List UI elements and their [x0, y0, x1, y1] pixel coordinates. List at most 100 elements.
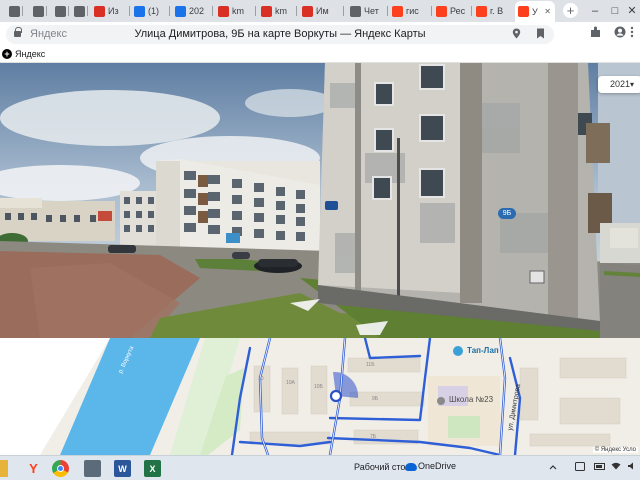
building-label: 10 [258, 376, 264, 382]
building-label: 7Б [370, 434, 377, 440]
g-icon [175, 5, 186, 17]
minimize-button[interactable]: – [584, 0, 606, 22]
word-icon[interactable]: W [114, 460, 131, 477]
new-tab-button[interactable]: + [563, 3, 578, 18]
browser-tab[interactable]: Им [299, 2, 341, 20]
close-window-button[interactable]: ✕ [621, 0, 640, 22]
building-label: 11Б [366, 362, 375, 368]
tab-label: km [232, 6, 244, 16]
street-sign [325, 201, 338, 210]
street-panorama[interactable]: 9Б 2021 ▾ [0, 63, 640, 338]
tab-separator [169, 6, 170, 16]
panorama-year-value: 2021 [610, 79, 631, 89]
tab-separator [46, 6, 47, 16]
tap-lap-poi-icon[interactable] [453, 346, 463, 356]
volume-icon[interactable] [627, 462, 637, 472]
browser-tab[interactable] [71, 2, 85, 20]
tab-label: Из [108, 6, 119, 16]
rbc-icon [218, 5, 229, 17]
tab-separator [431, 6, 432, 16]
browser-tab[interactable]: 202 [172, 2, 210, 20]
close-tab-icon[interactable]: ✕ [544, 7, 551, 16]
browser-tab[interactable]: km [215, 2, 253, 20]
school-poi-icon[interactable] [437, 397, 445, 405]
browser-tab-strip: Из (1) 202 km km Им Чет гис Рес г. В У ✕ + – □ ✕ [0, 0, 640, 22]
panorama-year-select[interactable]: 2021 ▾ [598, 76, 640, 93]
browser-tab[interactable] [6, 2, 20, 20]
tab-label: гис [406, 6, 419, 16]
rbc-icon [94, 5, 105, 17]
current-position-icon[interactable] [329, 389, 343, 403]
page-icon [350, 5, 361, 17]
poi-label-school[interactable]: Школа №23 [449, 395, 493, 404]
chevron-down-icon: ▾ [630, 80, 635, 89]
map-view[interactable]: р. Воркута ул. Димитрова Тап-Лап Школа №… [0, 338, 640, 455]
tab-separator [212, 6, 213, 16]
rbc-icon [302, 5, 313, 17]
browser-tab[interactable]: гис [389, 2, 429, 20]
page-icon [33, 5, 44, 17]
yandex-icon [392, 5, 403, 17]
map-canvas [0, 338, 640, 455]
yandex-icon [476, 5, 487, 17]
tab-separator [387, 6, 388, 16]
browser-tab[interactable]: Чет [347, 2, 385, 20]
bookmark-yandex[interactable]: + Яндекс [2, 49, 45, 59]
yandex-browser-icon[interactable]: Y [25, 460, 42, 477]
tab-separator [87, 6, 88, 16]
building-label: 9Б [372, 396, 379, 402]
tab-separator [68, 6, 69, 16]
excel-icon[interactable]: X [144, 460, 161, 477]
address-bar[interactable]: Яндекс Улица Димитрова, 9Б на карте Ворк… [6, 25, 554, 44]
tab-label: У [532, 6, 538, 17]
tab-label: Чет [364, 6, 379, 16]
yandex-icon [436, 5, 447, 17]
chrome-icon[interactable] [52, 460, 69, 477]
onedrive-label[interactable]: OneDrive [418, 461, 456, 471]
browser-toolbar: Яндекс Улица Димитрова, 9Б на карте Ворк… [0, 22, 640, 47]
tab-label: Рес [450, 6, 466, 16]
browser-tab[interactable]: km [258, 2, 294, 20]
map-pin-icon [518, 6, 529, 17]
tab-label: km [275, 6, 287, 16]
tab-label: (1) [148, 6, 159, 16]
extension-icon[interactable] [590, 26, 601, 41]
poi-label-tap-lap[interactable]: Тап-Лап [467, 346, 499, 355]
tab-label: Им [316, 6, 329, 16]
tab-separator [343, 6, 344, 16]
menu-icon[interactable] [630, 26, 634, 41]
bookmarks-bar: + Яндекс [0, 47, 640, 63]
desktop-toolbar-label[interactable]: Рабочий стол [354, 462, 411, 472]
onedrive-icon[interactable] [405, 463, 417, 471]
browser-tab[interactable] [30, 2, 44, 20]
battery-icon[interactable] [594, 462, 606, 472]
tab-separator [255, 6, 256, 16]
page-icon [74, 5, 85, 17]
tab-label: 202 [189, 6, 205, 16]
touchpad-icon[interactable] [575, 462, 585, 473]
page-icon [55, 5, 66, 17]
chrome-center-icon [57, 465, 64, 472]
wifi-icon[interactable] [611, 462, 621, 472]
browser-tab[interactable]: г. В [473, 2, 511, 20]
tab-separator [471, 6, 472, 16]
bookmark-icon[interactable] [536, 28, 545, 42]
tray-chevron-icon[interactable] [549, 462, 557, 472]
profile-icon[interactable] [614, 26, 626, 41]
panorama-scene [0, 63, 640, 338]
location-pin-icon[interactable] [512, 28, 521, 42]
page-icon [9, 5, 20, 17]
folder-icon[interactable] [0, 460, 8, 477]
tab-separator [296, 6, 297, 16]
browser-tab[interactable]: Рес [433, 2, 469, 20]
address-bar-title: Улица Димитрова, 9Б на карте Воркуты — Я… [134, 28, 426, 40]
rbc-icon [261, 5, 272, 17]
browser-tab[interactable]: Из [91, 2, 127, 20]
calculator-icon[interactable] [84, 460, 101, 477]
tab-separator [129, 6, 130, 16]
browser-tab[interactable]: (1) [131, 2, 167, 20]
browser-tab[interactable]: У ✕ [515, 1, 555, 22]
map-copyright[interactable]: © Яндекс Усло [592, 447, 638, 453]
bookmark-label: Яндекс [15, 49, 46, 59]
browser-tab[interactable] [52, 2, 66, 20]
